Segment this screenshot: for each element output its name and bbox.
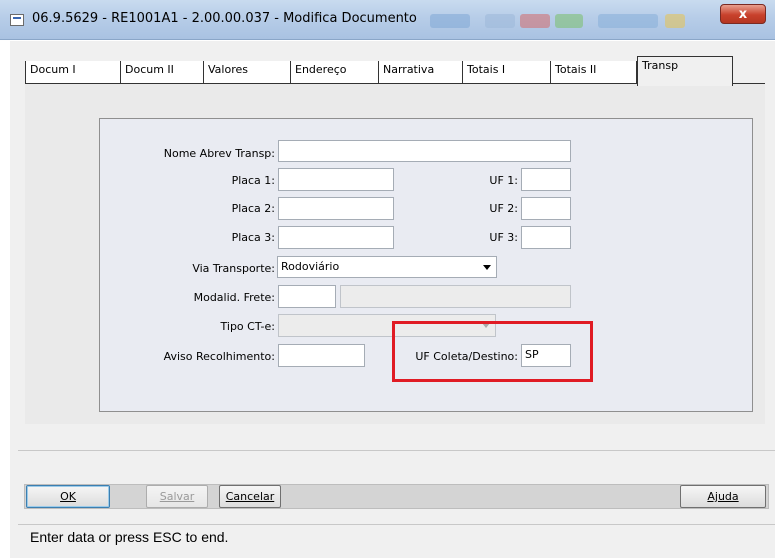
close-button[interactable]: x [720,4,766,24]
modalid-frete-label: Modalid. Frete: [193,291,275,304]
tab-label: Endereço [295,63,347,76]
tab-label: Valores [208,63,248,76]
separator [18,450,775,451]
tab-docum-i[interactable]: Docum I [25,61,120,83]
salvar-button-label: Salvar [159,490,195,503]
tab-label: Totais II [555,63,597,76]
placa-2-label: Placa 2: [231,202,275,215]
modalid-frete-input[interactable] [278,285,336,308]
ajuda-button[interactable]: Ajuda [680,485,766,508]
chevron-down-icon [483,265,491,270]
tab-endereco[interactable]: Endereço [290,61,378,83]
cancelar-button[interactable]: Cancelar [219,485,281,508]
placa-1-label: Placa 1: [231,174,275,187]
ok-button[interactable]: OK [26,485,110,508]
placa-3-input[interactable] [278,226,394,249]
aviso-recolhimento-label: Aviso Recolhimento: [163,350,275,363]
cancelar-button-label: Cancelar [225,490,275,503]
tab-narrativa[interactable]: Narrativa [378,61,462,83]
salvar-button: Salvar [146,485,208,508]
ajuda-button-label: Ajuda [707,490,739,503]
placa-1-input[interactable] [278,168,394,191]
uf-2-label: UF 2: [489,202,518,215]
tab-totais-ii[interactable]: Totais II [550,61,637,83]
uf-1-input[interactable] [521,168,571,191]
ok-button-label: OK [60,490,76,503]
tab-label: Totais I [467,63,506,76]
tab-valores[interactable]: Valores [203,61,290,83]
tab-label: Transp [642,59,679,72]
via-transporte-select[interactable]: Rodoviário [277,256,497,278]
tab-label: Narrativa [383,63,435,76]
uf-3-label: UF 3: [489,231,518,244]
decor-icon [430,14,470,28]
title-bar: 06.9.5629 - RE1001A1 - 2.00.00.037 - Mod… [0,0,775,40]
window-title: 06.9.5629 - RE1001A1 - 2.00.00.037 - Mod… [32,11,417,26]
nome-abrev-transp-label: Nome Abrev Transp: [163,147,275,160]
modalid-frete-description [340,285,571,308]
tab-totais-i[interactable]: Totais I [462,61,550,83]
uf-1-label: UF 1: [489,174,518,187]
via-transporte-label: Via Transporte: [192,262,275,275]
tab-strip: Docum I Docum II Valores Endereço Narrat… [25,56,765,86]
tab-label: Docum I [30,63,76,76]
tipo-cte-label: Tipo CT-e: [220,320,275,333]
tab-label: Docum II [125,63,174,76]
tab-transp[interactable]: Transp [637,56,733,86]
decor-icon [485,14,515,28]
placa-2-input[interactable] [278,197,394,220]
decor-icon [555,14,583,28]
decor-icon [665,14,685,28]
highlight-box [392,321,593,382]
uf-2-input[interactable] [521,197,571,220]
via-transporte-value: Rodoviário [281,260,340,273]
tab-docum-ii[interactable]: Docum II [120,61,203,83]
status-message: Enter data or press ESC to end. [30,529,229,545]
decor-icon [598,14,658,28]
decor-icon [520,14,550,28]
window-icon [10,14,24,26]
uf-3-input[interactable] [521,226,571,249]
button-bar [24,484,769,509]
placa-3-label: Placa 3: [231,231,275,244]
aviso-recolhimento-input[interactable] [278,344,365,367]
nome-abrev-transp-input[interactable] [278,140,571,162]
